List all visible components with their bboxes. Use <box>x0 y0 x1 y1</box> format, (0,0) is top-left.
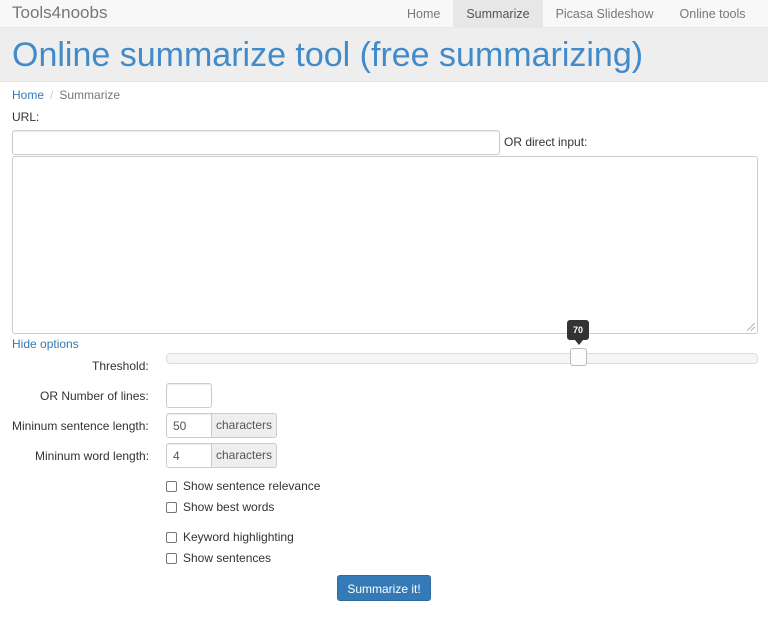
nav-link-online-tools[interactable]: Online tools <box>667 0 759 28</box>
keyword-highlighting-option[interactable]: Keyword highlighting <box>166 529 294 545</box>
threshold-slider-track[interactable] <box>166 353 758 364</box>
number-of-lines-input[interactable] <box>166 383 212 408</box>
keyword-highlighting-checkbox[interactable] <box>166 531 177 543</box>
page-title: Online summarize tool (free summarizing) <box>12 36 644 74</box>
threshold-label: Threshold: <box>92 359 149 373</box>
show-best-words-checkbox[interactable] <box>166 501 177 513</box>
show-best-words-label: Show best words <box>183 500 275 514</box>
direct-input-textarea[interactable] <box>12 156 758 334</box>
brand-logo[interactable]: Tools4noobs <box>12 3 107 23</box>
hide-options-link[interactable]: Hide options <box>12 337 79 351</box>
min-sentence-length-input[interactable] <box>166 413 212 438</box>
show-sentence-relevance-checkbox[interactable] <box>166 480 177 492</box>
number-of-lines-label: OR Number of lines: <box>40 389 149 403</box>
breadcrumb: Home / Summarize <box>12 88 120 102</box>
breadcrumb-separator: / <box>50 88 54 102</box>
show-sentence-relevance-option[interactable]: Show sentence relevance <box>166 478 320 494</box>
nav-link-summarize[interactable]: Summarize <box>453 0 543 28</box>
show-sentences-label: Show sentences <box>183 551 272 565</box>
min-word-unit-addon: characters <box>212 443 278 468</box>
threshold-tooltip: 70 <box>567 320 589 340</box>
breadcrumb-home-link[interactable]: Home <box>12 88 44 102</box>
keyword-highlighting-label: Keyword highlighting <box>183 530 294 544</box>
min-sentence-unit-addon: characters <box>212 413 278 438</box>
summarize-button[interactable]: Summarize it! <box>337 575 431 601</box>
nav-link-truncated[interactable]: O <box>759 0 768 28</box>
page-header: Online summarize tool (free summarizing) <box>0 28 768 82</box>
nav-link-home[interactable]: Home <box>394 0 453 28</box>
breadcrumb-current: Summarize <box>59 88 121 102</box>
resize-grip-icon[interactable] <box>747 323 755 331</box>
min-word-length-input[interactable] <box>166 443 212 468</box>
show-sentences-checkbox[interactable] <box>166 552 177 564</box>
top-navbar: Tools4noobs Home Summarize Picasa Slides… <box>0 0 768 28</box>
tooltip-arrow <box>575 340 583 345</box>
nav-link-picasa-slideshow[interactable]: Picasa Slideshow <box>543 0 667 28</box>
url-label: URL: <box>12 110 40 124</box>
min-sentence-length-label: Mininum sentence length: <box>12 419 149 433</box>
show-best-words-option[interactable]: Show best words <box>166 499 274 515</box>
direct-input-label: OR direct input: <box>504 135 588 149</box>
min-word-length-label: Mininum word length: <box>35 449 150 463</box>
nav-links: Home Summarize Picasa Slideshow Online t… <box>394 0 768 28</box>
threshold-slider-handle[interactable] <box>570 348 587 366</box>
show-sentences-option[interactable]: Show sentences <box>166 550 271 566</box>
url-input[interactable] <box>12 130 500 155</box>
show-sentence-relevance-label: Show sentence relevance <box>183 479 321 493</box>
